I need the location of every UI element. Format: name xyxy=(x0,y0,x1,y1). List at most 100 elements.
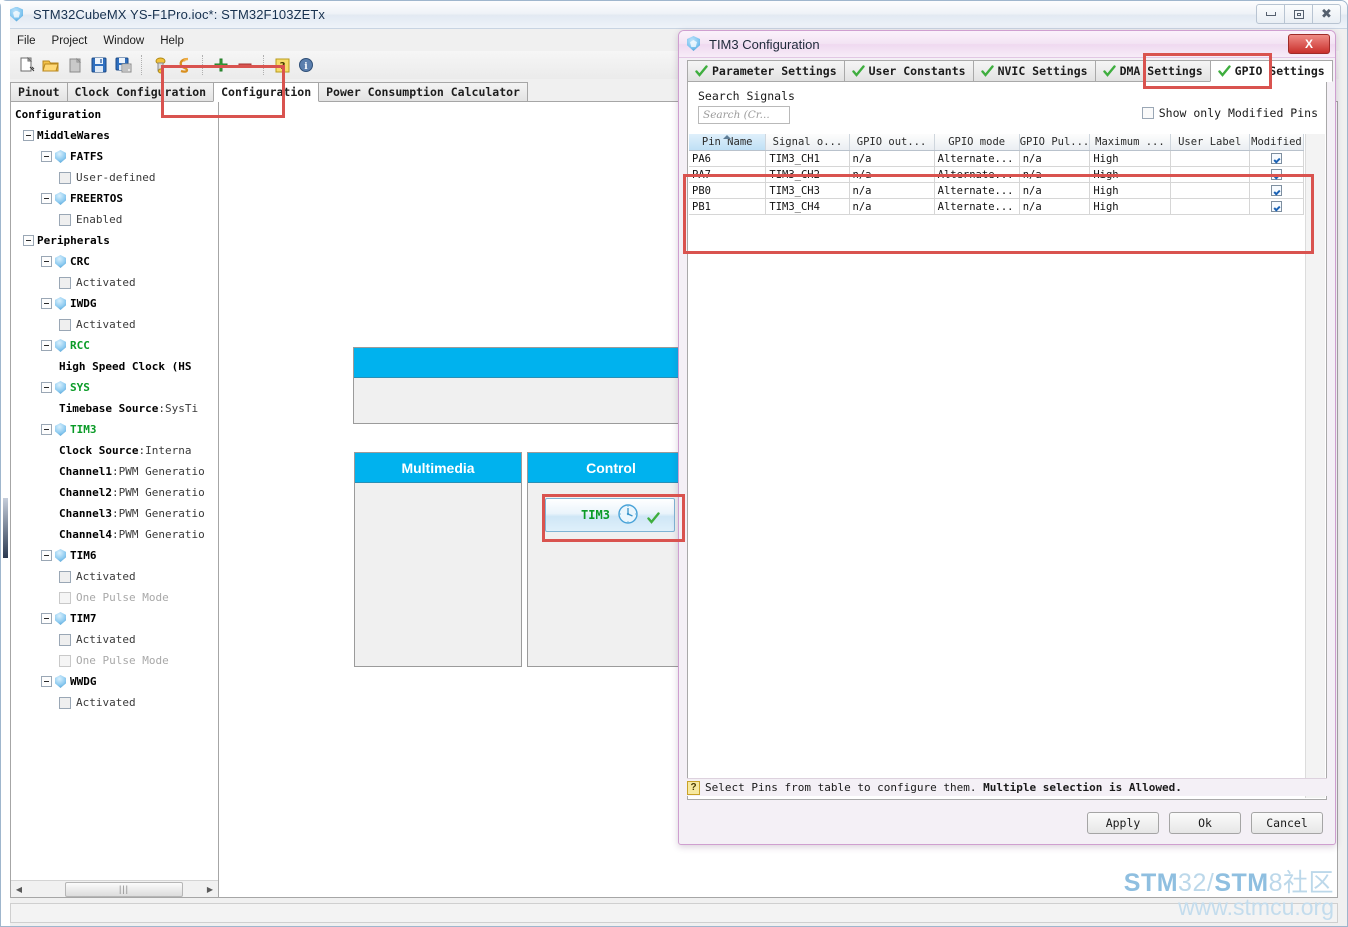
tree-node-row[interactable]: FATFS xyxy=(13,146,218,167)
tree-option-row[interactable]: Activated xyxy=(13,566,218,587)
tree-option-row[interactable]: User-defined xyxy=(13,167,218,188)
minimize-button[interactable] xyxy=(1256,4,1285,24)
tree-option-row[interactable]: One Pulse Mode xyxy=(13,587,218,608)
table-column-header[interactable]: Pin Name xyxy=(689,134,767,150)
menu-help[interactable]: Help xyxy=(152,33,192,49)
maximize-button[interactable] xyxy=(1284,4,1313,24)
table-row[interactable]: PA6 TIM3_CH1 n/a Alternate... n/a High xyxy=(689,151,1304,167)
modified-checkbox-checked[interactable] xyxy=(1270,169,1282,180)
tree-option-row[interactable]: Activated xyxy=(13,629,218,650)
cancel-button[interactable]: Cancel xyxy=(1251,812,1323,834)
tree-checkbox[interactable] xyxy=(59,570,71,583)
tree-checkbox[interactable] xyxy=(59,318,71,331)
tab-clock-configuration[interactable]: Clock Configuration xyxy=(66,82,215,102)
tree-checkbox[interactable] xyxy=(59,633,71,646)
modified-checkbox-checked[interactable] xyxy=(1270,201,1282,212)
table-cell-modified[interactable] xyxy=(1250,151,1304,166)
table-column-header[interactable]: GPIO Pul... xyxy=(1020,134,1091,150)
copy-icon[interactable] xyxy=(63,53,87,77)
tree-node-row[interactable]: SYS xyxy=(13,377,218,398)
table-column-header[interactable]: GPIO out... xyxy=(850,134,935,150)
tree-horizontal-scrollbar[interactable]: ◀ ||| ▶ xyxy=(11,880,218,897)
tim3-ip-button[interactable]: TIM3 xyxy=(545,498,675,532)
tree-node-row[interactable]: CRC xyxy=(13,251,218,272)
tab-gpio-settings[interactable]: GPIO Settings xyxy=(1209,60,1333,82)
new-project-icon[interactable] xyxy=(15,53,39,77)
tree-node-row[interactable]: TIM6 xyxy=(13,545,218,566)
table-vertical-scrollbar[interactable] xyxy=(1305,134,1325,798)
table-column-header[interactable]: Modified xyxy=(1250,134,1305,150)
tree-node-row[interactable]: WWDG xyxy=(13,671,218,692)
show-only-modified-pins-checkbox[interactable] xyxy=(1141,107,1154,119)
generate-code-icon[interactable] xyxy=(148,53,172,77)
table-column-header[interactable]: Maximum ... xyxy=(1090,134,1171,150)
zoom-in-icon[interactable] xyxy=(209,53,233,77)
tree-expander-icon[interactable] xyxy=(41,613,52,624)
dialog-close-button[interactable]: X xyxy=(1288,34,1330,54)
tree-option-row[interactable]: Activated xyxy=(13,272,218,293)
tree-value-row[interactable]: Channel3:PWM Generatio xyxy=(13,503,218,524)
tree-expander-icon[interactable] xyxy=(41,424,52,435)
tab-user-constants[interactable]: User Constants xyxy=(843,60,974,82)
table-row[interactable]: PA7 TIM3_CH2 n/a Alternate... n/a High xyxy=(689,167,1304,183)
tree-expander-icon[interactable] xyxy=(41,676,52,687)
show-only-modified-pins-row[interactable]: Show only Modified Pins xyxy=(1141,106,1318,120)
table-cell-modified[interactable] xyxy=(1250,199,1304,214)
tree-expander-icon[interactable] xyxy=(41,193,52,204)
menu-file[interactable]: File xyxy=(9,33,44,49)
open-project-icon[interactable] xyxy=(39,53,63,77)
left-edge-scroll-region[interactable] xyxy=(1,1,10,926)
tree-expander-icon[interactable] xyxy=(41,298,52,309)
ok-button[interactable]: Ok xyxy=(1169,812,1241,834)
tree-value-row[interactable]: Channel4:PWM Generatio xyxy=(13,524,218,545)
tab-power-consumption-calculator[interactable]: Power Consumption Calculator xyxy=(318,82,528,102)
tree-expander-icon[interactable] xyxy=(41,382,52,393)
save-icon[interactable] xyxy=(87,53,111,77)
zoom-out-icon[interactable] xyxy=(233,53,257,77)
about-icon[interactable]: i xyxy=(294,53,318,77)
tree-checkbox[interactable] xyxy=(59,213,71,226)
table-row[interactable]: PB1 TIM3_CH4 n/a Alternate... n/a High xyxy=(689,199,1304,215)
tree-value-row[interactable]: Timebase Source:SysTi xyxy=(13,398,218,419)
table-cell-modified[interactable] xyxy=(1250,167,1304,182)
tree-value-row[interactable]: Channel1:PWM Generatio xyxy=(13,461,218,482)
table-cell-modified[interactable] xyxy=(1250,183,1304,198)
tree-value-row[interactable]: Channel2:PWM Generatio xyxy=(13,482,218,503)
tree-option-row[interactable]: Enabled xyxy=(13,209,218,230)
scroll-left-icon[interactable]: ◀ xyxy=(11,882,27,897)
tree-expander-icon[interactable] xyxy=(41,340,52,351)
tree-expander-icon[interactable] xyxy=(41,256,52,267)
generate-report-icon[interactable] xyxy=(172,53,196,77)
tree-node-row[interactable]: Peripherals xyxy=(13,230,218,251)
table-column-header[interactable]: GPIO mode xyxy=(935,134,1020,150)
left-scroll-thumb[interactable] xyxy=(3,498,8,558)
close-button[interactable]: ✖ xyxy=(1312,4,1341,24)
tree-node-row[interactable]: TIM7 xyxy=(13,608,218,629)
tree-value-row[interactable]: Clock Source :Interna xyxy=(13,440,218,461)
tree-node-row[interactable]: IWDG xyxy=(13,293,218,314)
tree-node-row[interactable]: RCC xyxy=(13,335,218,356)
modified-checkbox-checked[interactable] xyxy=(1270,185,1282,196)
tab-nvic-settings[interactable]: NVIC Settings xyxy=(972,60,1096,82)
table-column-header[interactable]: User Label xyxy=(1171,134,1250,150)
help-icon[interactable]: ? xyxy=(270,53,294,77)
menu-window[interactable]: Window xyxy=(95,33,152,49)
table-column-header[interactable]: Signal o... xyxy=(766,134,850,150)
tab-parameter-settings[interactable]: Parameter Settings xyxy=(687,60,845,82)
tab-pinout[interactable]: Pinout xyxy=(10,82,68,102)
tree-node-row[interactable]: FREERTOS xyxy=(13,188,218,209)
apply-button[interactable]: Apply xyxy=(1087,812,1159,834)
tab-configuration[interactable]: Configuration xyxy=(213,82,320,102)
scroll-right-icon[interactable]: ▶ xyxy=(202,882,218,897)
tree-expander-icon[interactable] xyxy=(41,151,52,162)
tree-expander-icon[interactable] xyxy=(23,130,34,141)
tree-option-row[interactable]: One Pulse Mode xyxy=(13,650,218,671)
tree-checkbox[interactable] xyxy=(59,171,71,184)
tree-expander-icon[interactable] xyxy=(41,550,52,561)
tab-dma-settings[interactable]: DMA Settings xyxy=(1094,60,1211,82)
scroll-track[interactable]: ||| xyxy=(27,881,202,897)
tree-checkbox[interactable] xyxy=(59,276,71,289)
search-input[interactable]: Search (Cr... xyxy=(698,106,790,124)
tree-node-row[interactable]: MiddleWares xyxy=(13,125,218,146)
tree-scroll-area[interactable]: Configuration MiddleWares FATFS User-define… xyxy=(11,102,218,879)
